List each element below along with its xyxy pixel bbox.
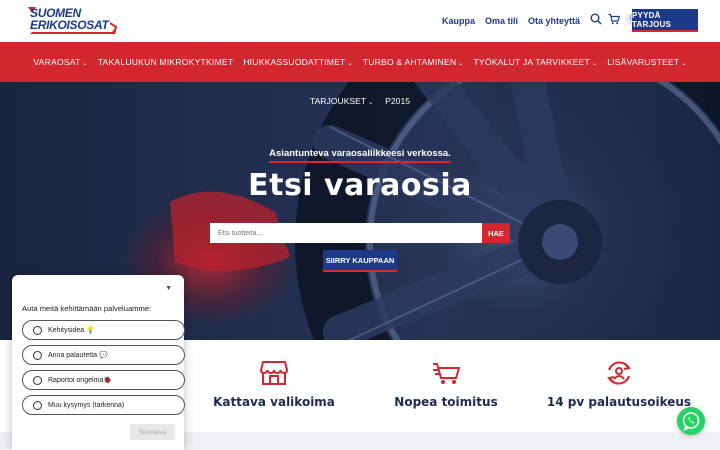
chevron-down-icon: ⌄ <box>458 61 464 67</box>
feature-label: Nopea toimitus <box>394 395 498 409</box>
search-input[interactable] <box>210 223 482 243</box>
nav-item-label: TAKALUUKUN MIKROKYTKIMET <box>97 57 234 67</box>
nav-item-label: TURBO & AHTAMINEN <box>362 57 457 67</box>
nav-item-turbo-ahtaminen[interactable]: TURBO & AHTAMINEN ⌄ <box>363 57 464 67</box>
main-nav: VARAOSAT ⌄ TAKALUUKUN MIKROKYTKIMET HIUKK… <box>0 42 720 82</box>
survey-option-label: Kehitysidea 💡 <box>48 327 95 334</box>
product-search: HAE <box>210 223 510 243</box>
sub-nav: TARJOUKSET ⌄ P2015 <box>0 96 720 106</box>
survey-question: Auta meitä kehittämään palveluamme: <box>22 304 152 313</box>
radio-icon <box>33 350 42 360</box>
nav-item-hiukkassuodattimet[interactable]: HIUKKASSUODATTIMET ⌄ <box>243 57 353 67</box>
nav-item-tyokalut[interactable]: TYÖKALUT JA TARVIKKEET ⌄ <box>473 57 597 67</box>
go-to-shop-button[interactable]: SIIRRY KAUPPAAN <box>323 250 397 272</box>
nav-item-label: TYÖKALUT JA TARVIKKEET <box>473 57 590 67</box>
nav-item-lisavarusteet[interactable]: LISÄVARUSTEET ⌄ <box>607 57 686 67</box>
nav-item-label: TARJOUKSET <box>309 96 367 106</box>
feature-selection: Kattava valikoima <box>194 360 354 409</box>
survey-option-idea[interactable]: Kehitysidea 💡 <box>22 320 185 340</box>
hero-tagline-text: Asiantunteva varaosaliikkeesi verkossa. <box>269 148 451 163</box>
chevron-down-icon: ⌄ <box>368 100 374 106</box>
header-icons: 0 <box>590 13 638 25</box>
survey-option-label: Raportoi ongelma🐞 <box>48 377 112 384</box>
chevron-down-icon: ⌄ <box>82 61 88 67</box>
nav-item-tarjoukset[interactable]: TARJOUKSET ⌄ <box>310 96 373 106</box>
survey-next-button[interactable]: Seuraava <box>130 424 175 440</box>
return-icon <box>606 361 632 385</box>
top-link-kauppa[interactable]: Kauppa <box>442 16 475 26</box>
request-quote-button[interactable]: PYYDÄ TARJOUS <box>632 9 698 32</box>
survey-option-other[interactable]: Muu kysymys (tarkenna) <box>22 395 185 415</box>
nav-item-label: LISÄVARUSTEET <box>607 57 680 67</box>
site-header: SUOMEN ERIKOISOSAT Kauppa Oma tili Ota y… <box>0 0 720 42</box>
nav-item-label: VARAOSAT <box>33 57 81 67</box>
nav-item-takaluukun-mikrokytkimet[interactable]: TAKALUUKUN MIKROKYTKIMET <box>98 57 233 67</box>
feature-label: 14 pv palautusoikeus <box>546 395 692 409</box>
cart-icon[interactable] <box>608 13 620 25</box>
chevron-down-icon: ⌄ <box>681 61 687 67</box>
survey-option-label: Muu kysymys (tarkenna) <box>48 401 125 409</box>
feature-fast-delivery: Nopea toimitus <box>366 360 526 409</box>
delivery-truck-icon <box>433 363 460 384</box>
logo-line-2: ERIKOISOSAT <box>30 18 109 32</box>
hero-tagline: Asiantunteva varaosaliikkeesi verkossa. <box>0 148 720 163</box>
feature-label: Kattava valikoima <box>213 395 335 409</box>
radio-icon <box>33 375 42 385</box>
whatsapp-icon <box>682 412 700 431</box>
search-icon[interactable] <box>590 13 602 25</box>
whatsapp-chat-button[interactable] <box>677 407 705 435</box>
radio-icon <box>33 400 42 410</box>
radio-icon <box>33 325 42 335</box>
nav-item-label: HIUKKASSUODATTIMET <box>243 57 346 67</box>
nav-item-p2015[interactable]: P2015 <box>385 96 410 106</box>
survey-option-label: Anna palautetta 💬 <box>48 352 108 359</box>
survey-option-report-problem[interactable]: Raportoi ongelma🐞 <box>22 370 185 390</box>
top-link-oma-tili[interactable]: Oma tili <box>485 16 518 26</box>
search-button[interactable]: HAE <box>482 223 510 243</box>
feature-return-policy: 14 pv palautusoikeus <box>539 360 699 409</box>
nav-item-varaosat[interactable]: VARAOSAT ⌄ <box>33 57 87 67</box>
survey-option-feedback[interactable]: Anna palautetta 💬 <box>22 345 185 365</box>
chevron-down-icon: ⌄ <box>591 61 598 67</box>
top-links: Kauppa Oma tili Ota yhteyttä <box>442 0 580 42</box>
feedback-survey-widget: ▼ Auta meitä kehittämään palveluamme: Ke… <box>12 275 185 450</box>
hero-title: Etsi varaosia <box>248 168 472 203</box>
chevron-down-icon: ⌄ <box>347 61 353 67</box>
site-logo[interactable]: SUOMEN ERIKOISOSAT <box>26 5 118 37</box>
store-icon <box>260 361 288 385</box>
top-link-ota-yhteytta[interactable]: Ota yhteyttä <box>528 16 580 26</box>
collapse-icon[interactable]: ▼ <box>165 285 172 292</box>
